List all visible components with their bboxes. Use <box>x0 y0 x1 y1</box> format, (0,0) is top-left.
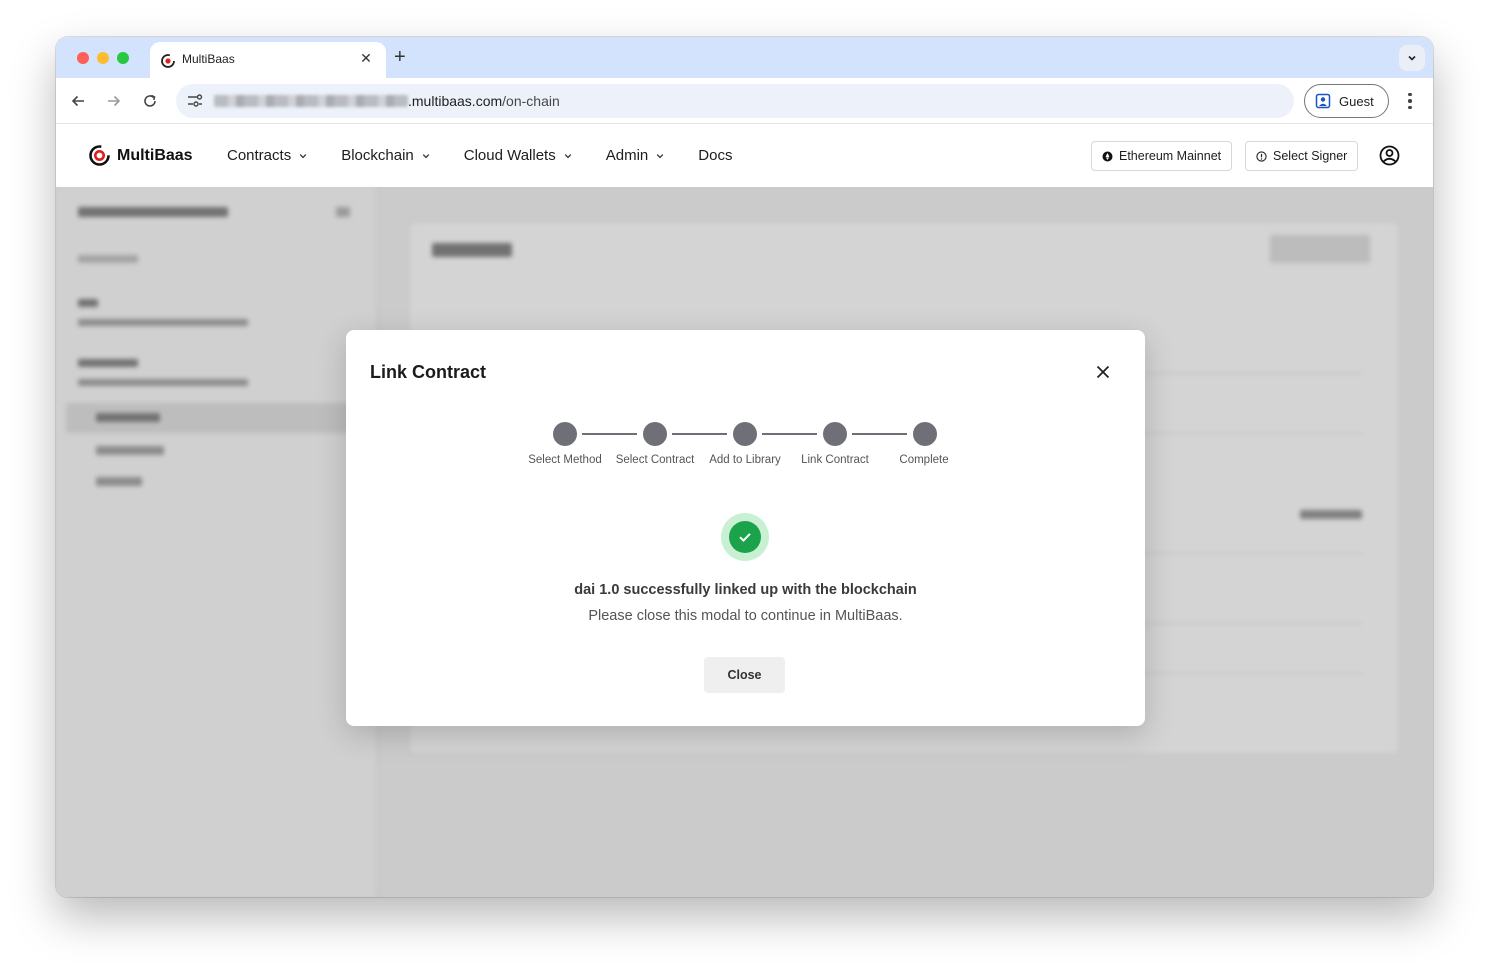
checkmark-icon <box>739 533 751 542</box>
tab-search-button[interactable] <box>1399 45 1425 71</box>
profile-button[interactable]: Guest <box>1304 84 1389 118</box>
menu-cloud-wallets[interactable]: Cloud Wallets <box>464 147 572 164</box>
reload-icon[interactable] <box>140 91 160 111</box>
step-label-select-contract: Select Contract <box>615 454 695 466</box>
menu-cloud-wallets-label: Cloud Wallets <box>463 147 556 164</box>
site-settings-icon[interactable] <box>186 92 204 110</box>
step-connector <box>672 433 727 435</box>
step-label-select-method: Select Method <box>528 454 602 466</box>
browser-window: MultiBaas ✕ + .multibaas.com/on-chain Gu… <box>56 37 1433 897</box>
browser-toolbar: .multibaas.com/on-chain Guest <box>56 78 1433 124</box>
select-signer-button[interactable]: Select Signer <box>1245 141 1359 171</box>
step-dot <box>733 422 757 446</box>
step-label-complete: Complete <box>899 454 949 466</box>
close-window-button[interactable] <box>77 52 89 64</box>
step-dot <box>643 422 667 446</box>
redacted-subdomain <box>214 95 408 107</box>
tab-strip: MultiBaas ✕ + <box>56 37 1433 78</box>
menu-blockchain[interactable]: Blockchain <box>341 147 430 164</box>
menu-docs-label: Docs <box>698 147 733 164</box>
step-connector <box>762 433 817 435</box>
menu-blockchain-label: Blockchain <box>341 147 414 164</box>
back-icon[interactable] <box>68 91 88 111</box>
browser-tab[interactable]: MultiBaas ✕ <box>150 42 386 78</box>
chevron-down-icon <box>564 153 571 158</box>
step-label-link-contract: Link Contract <box>801 454 869 466</box>
chevron-down-icon <box>657 153 664 158</box>
menu-contracts-label: Contracts <box>227 147 292 164</box>
success-message: dai 1.0 successfully linked up with the … <box>574 582 917 598</box>
success-indicator <box>721 513 769 561</box>
link-contract-modal: Link Contract Select Method Select Contr… <box>346 330 1145 726</box>
success-circle <box>729 521 761 553</box>
brand-logo[interactable]: MultiBaas <box>88 144 193 167</box>
chevron-down-icon <box>422 153 430 158</box>
close-button[interactable]: Close <box>704 657 785 693</box>
main-menu: Contracts Blockchain Cloud Wallets Admin… <box>227 147 766 164</box>
step-connector <box>582 433 637 435</box>
chevron-down-icon <box>1408 55 1416 61</box>
brand-name: MultiBaas <box>117 146 193 164</box>
menu-contracts[interactable]: Contracts <box>227 147 307 164</box>
app-header: MultiBaas Contracts Blockchain Cloud Wal… <box>56 125 1433 187</box>
modal-title: Link Contract <box>370 362 487 382</box>
profile-label: Guest <box>1339 93 1374 109</box>
signer-label: Select Signer <box>1273 149 1348 163</box>
profile-icon <box>1315 93 1331 109</box>
tab-close-icon[interactable]: ✕ <box>358 50 374 67</box>
maximize-window-button[interactable] <box>117 52 129 64</box>
menu-docs[interactable]: Docs <box>698 147 732 164</box>
multibaas-favicon-icon <box>161 54 175 68</box>
minimize-window-button[interactable] <box>97 52 109 64</box>
step-connector <box>852 433 907 435</box>
browser-menu-icon[interactable] <box>1400 90 1420 112</box>
account-icon[interactable] <box>1379 145 1400 166</box>
step-dot <box>553 422 577 446</box>
multibaas-logo-icon <box>89 145 110 166</box>
success-subtitle: Please close this modal to continue in M… <box>588 608 903 624</box>
network-selector-button[interactable]: Ethereum Mainnet <box>1091 141 1233 171</box>
network-label: Ethereum Mainnet <box>1119 149 1222 163</box>
info-icon <box>1256 150 1267 162</box>
tab-title: MultiBaas <box>182 52 235 66</box>
url-text: .multibaas.com/on-chain <box>408 93 560 109</box>
new-tab-icon[interactable]: + <box>394 46 406 69</box>
menu-admin[interactable]: Admin <box>606 147 665 164</box>
step-dot <box>823 422 847 446</box>
ethereum-icon <box>1102 151 1113 161</box>
close-icon[interactable] <box>1094 363 1112 381</box>
chevron-down-icon <box>299 153 307 158</box>
forward-icon[interactable] <box>104 91 124 111</box>
step-dot <box>913 422 937 446</box>
step-label-add-to-library: Add to Library <box>709 454 781 466</box>
address-bar[interactable]: .multibaas.com/on-chain <box>176 84 1294 118</box>
menu-admin-label: Admin <box>605 147 649 164</box>
